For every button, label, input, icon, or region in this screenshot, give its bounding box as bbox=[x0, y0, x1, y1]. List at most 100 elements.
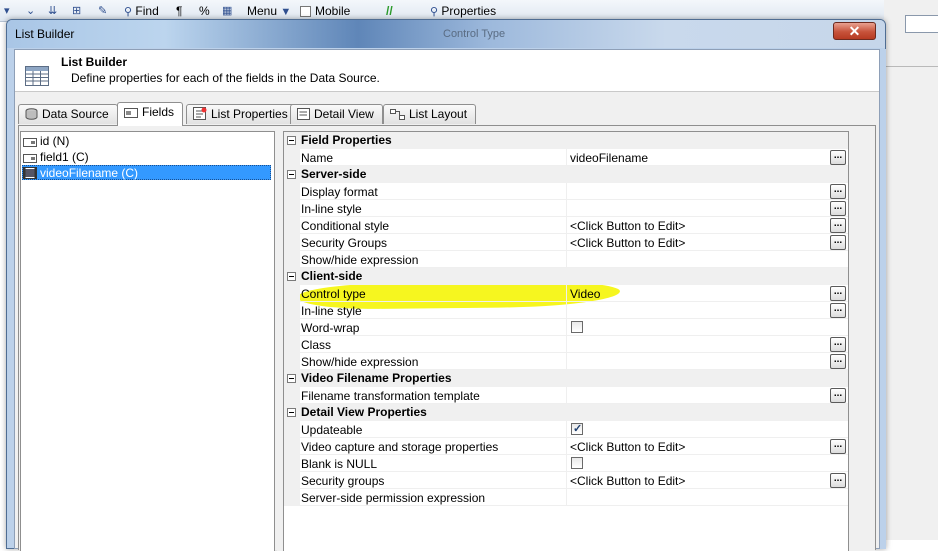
percent-button[interactable]: % bbox=[199, 3, 210, 19]
ellipsis-button[interactable]: ... bbox=[830, 150, 846, 165]
property-value[interactable]: videoFilename bbox=[570, 151, 648, 165]
ellipsis-button[interactable]: ... bbox=[830, 388, 846, 403]
chevron-down-icon[interactable]: ⌄ bbox=[26, 3, 35, 19]
dialog-right-frame[interactable] bbox=[880, 49, 886, 549]
property-row[interactable]: Name videoFilename... bbox=[284, 149, 848, 166]
property-name: Show/hide expression bbox=[301, 253, 419, 267]
slash-icon[interactable]: // bbox=[386, 3, 393, 19]
collapse-toggle-icon[interactable] bbox=[287, 170, 296, 179]
tab-detail-view[interactable]: Detail View bbox=[290, 104, 383, 124]
wand-icon[interactable]: ✎ bbox=[98, 3, 107, 19]
category-row[interactable]: Detail View Properties bbox=[284, 404, 848, 421]
category-label: Field Properties bbox=[301, 133, 392, 147]
tab-list-layout[interactable]: List Layout bbox=[383, 104, 477, 124]
menu-button[interactable]: Menu ▼ bbox=[247, 3, 291, 19]
close-button[interactable]: ✕ bbox=[833, 22, 876, 40]
property-row[interactable]: Show/hide expression... bbox=[284, 353, 848, 370]
tab-data-source[interactable]: Data Source bbox=[18, 104, 118, 124]
property-row[interactable]: Display format... bbox=[284, 183, 848, 200]
property-row[interactable]: Filename transformation template... bbox=[284, 387, 848, 404]
collapse-toggle-icon[interactable] bbox=[287, 272, 296, 281]
property-row[interactable]: Conditional style <Click Button to Edit>.… bbox=[284, 217, 848, 234]
collapse-toggle-icon[interactable] bbox=[287, 408, 296, 417]
collapse-toggle-icon[interactable] bbox=[287, 136, 296, 145]
column-divider[interactable] bbox=[566, 353, 567, 370]
ellipsis-button[interactable]: ... bbox=[830, 286, 846, 301]
ellipsis-button[interactable]: ... bbox=[830, 354, 846, 369]
tab-list-properties[interactable]: List Properties bbox=[186, 104, 297, 124]
property-row[interactable]: Security Groups <Click Button to Edit>... bbox=[284, 234, 848, 251]
property-value[interactable]: <Click Button to Edit> bbox=[570, 219, 685, 233]
chevron-icon[interactable]: ▾ bbox=[4, 3, 10, 19]
category-label: Video Filename Properties bbox=[301, 371, 452, 385]
tab-fields[interactable]: Fields bbox=[117, 102, 184, 126]
category-row[interactable]: Client-side bbox=[284, 268, 848, 285]
category-row[interactable]: Server-side bbox=[284, 166, 848, 183]
property-row[interactable]: Security groups <Click Button to Edit>... bbox=[284, 472, 848, 489]
property-row[interactable]: In-line style... bbox=[284, 302, 848, 319]
ellipsis-button[interactable]: ... bbox=[830, 337, 846, 352]
column-divider[interactable] bbox=[566, 387, 567, 404]
tab-label: Fields bbox=[142, 105, 175, 119]
video-field-icon bbox=[23, 167, 37, 179]
column-divider[interactable] bbox=[566, 234, 567, 251]
column-divider[interactable] bbox=[566, 149, 567, 166]
find-button[interactable]: ⚲ Find bbox=[124, 3, 159, 19]
property-row[interactable]: Video capture and storage properties <Cli… bbox=[284, 438, 848, 455]
grid-icon[interactable]: ▦ bbox=[222, 3, 232, 19]
category-row[interactable]: Video Filename Properties bbox=[284, 370, 848, 387]
property-row[interactable]: Show/hide expression bbox=[284, 251, 848, 268]
property-row[interactable]: Updateable ✓ bbox=[284, 421, 848, 438]
property-checkbox[interactable]: ✓ bbox=[571, 423, 583, 435]
row-gutter bbox=[284, 421, 300, 438]
ellipsis-button[interactable]: ... bbox=[830, 473, 846, 488]
column-divider[interactable] bbox=[566, 421, 567, 438]
column-divider[interactable] bbox=[566, 489, 567, 506]
field-list[interactable]: id (N) field1 (C) videoFilename (C) bbox=[20, 131, 275, 551]
column-divider[interactable] bbox=[566, 319, 567, 336]
properties-button[interactable]: ⚲ Properties bbox=[430, 3, 496, 19]
column-divider[interactable] bbox=[566, 472, 567, 489]
ellipsis-button[interactable]: ... bbox=[830, 218, 846, 233]
ellipsis-button[interactable]: ... bbox=[830, 303, 846, 318]
field-item-field1[interactable]: field1 (C) bbox=[23, 150, 93, 165]
ellipsis-button[interactable]: ... bbox=[830, 184, 846, 199]
dialog-titlebar[interactable]: List Builder Control Type ✕ bbox=[7, 20, 885, 48]
column-divider[interactable] bbox=[566, 438, 567, 455]
property-row[interactable]: Control type Video... bbox=[284, 285, 848, 302]
ellipsis-button[interactable]: ... bbox=[830, 201, 846, 216]
mobile-checkbox[interactable] bbox=[300, 6, 311, 17]
column-divider[interactable] bbox=[566, 200, 567, 217]
property-checkbox[interactable] bbox=[571, 321, 583, 333]
property-value[interactable]: <Click Button to Edit> bbox=[570, 474, 685, 488]
property-checkbox[interactable] bbox=[571, 457, 583, 469]
ellipsis-button[interactable]: ... bbox=[830, 235, 846, 250]
column-divider[interactable] bbox=[566, 336, 567, 353]
column-divider[interactable] bbox=[566, 217, 567, 234]
column-divider[interactable] bbox=[566, 455, 567, 472]
menu-label: Menu bbox=[247, 4, 278, 18]
double-chevron-icon[interactable]: ⇊ bbox=[48, 3, 57, 19]
property-row[interactable]: Class... bbox=[284, 336, 848, 353]
column-divider[interactable] bbox=[566, 302, 567, 319]
tree-icon[interactable]: ⊞ bbox=[72, 3, 81, 19]
column-divider[interactable] bbox=[566, 183, 567, 200]
column-divider[interactable] bbox=[566, 251, 567, 268]
category-row[interactable]: Field Properties bbox=[284, 132, 848, 149]
property-row[interactable]: Blank is NULL bbox=[284, 455, 848, 472]
field-item-id[interactable]: id (N) bbox=[23, 134, 73, 149]
property-value[interactable]: <Click Button to Edit> bbox=[570, 236, 685, 250]
ellipsis-button[interactable]: ... bbox=[830, 439, 846, 454]
property-row[interactable]: Server-side permission expression bbox=[284, 489, 848, 506]
background-right-field[interactable] bbox=[905, 15, 938, 33]
row-gutter bbox=[284, 455, 300, 472]
property-row[interactable]: Word-wrap bbox=[284, 319, 848, 336]
mobile-toggle[interactable]: Mobile bbox=[300, 3, 350, 19]
property-value[interactable]: Video bbox=[570, 287, 600, 301]
field-item-videofilename[interactable]: videoFilename (C) bbox=[22, 165, 271, 180]
property-value[interactable]: <Click Button to Edit> bbox=[570, 440, 685, 454]
pilcrow-button[interactable]: ¶ bbox=[176, 3, 182, 19]
collapse-toggle-icon[interactable] bbox=[287, 374, 296, 383]
column-divider[interactable] bbox=[566, 285, 567, 302]
property-row[interactable]: In-line style... bbox=[284, 200, 848, 217]
